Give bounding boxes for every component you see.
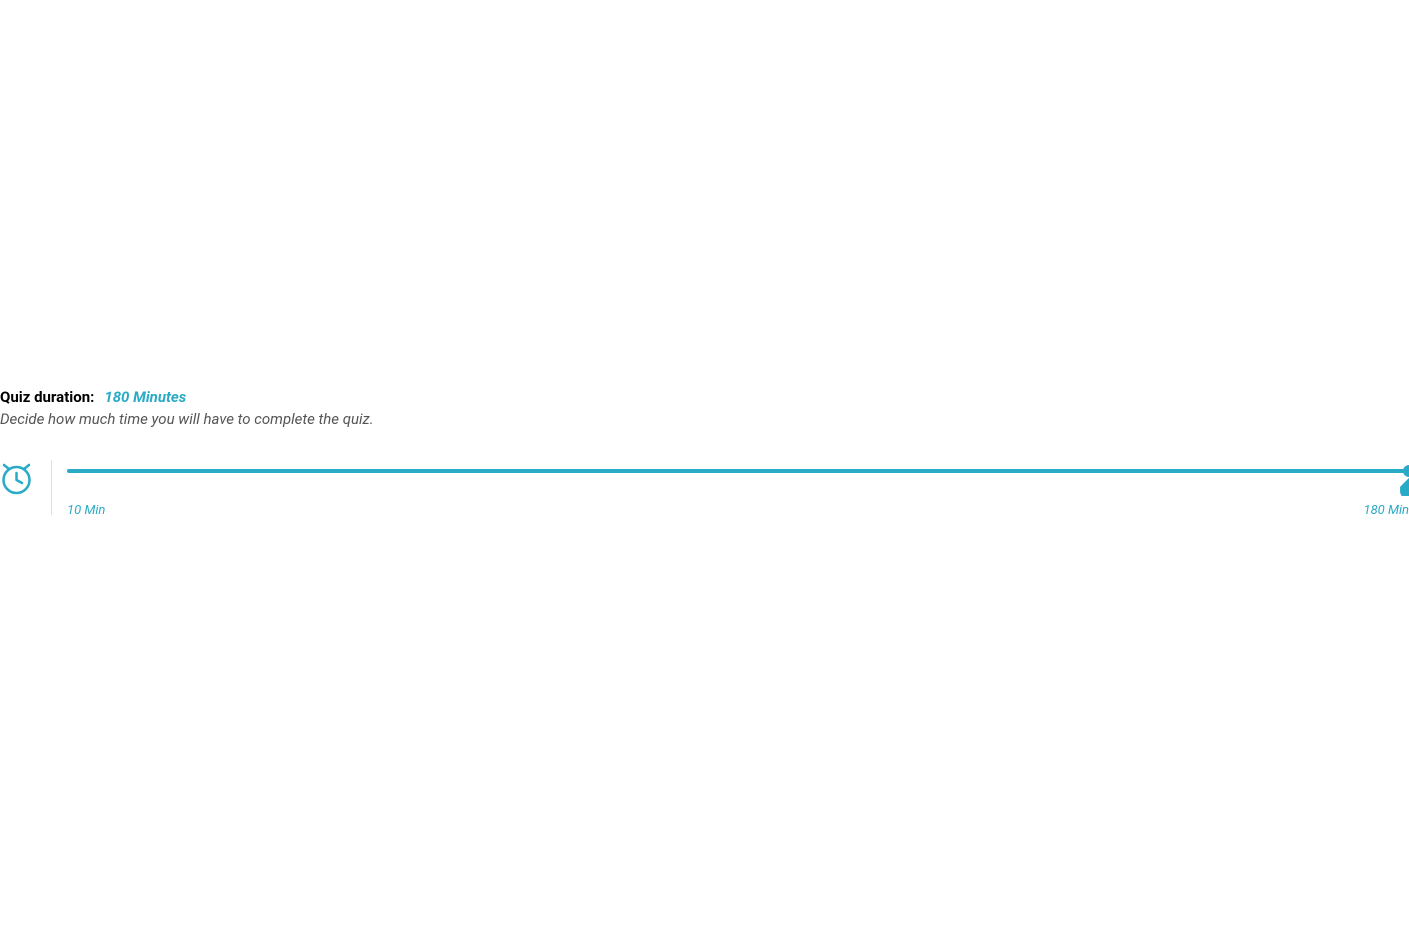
slider-labels: 10 Min 180 Min — [67, 503, 1409, 518]
slider-min-label: 10 Min — [67, 503, 105, 518]
slider-max-label: 180 Min — [1364, 503, 1409, 518]
duration-slider-container: 10 Min 180 Min — [67, 460, 1409, 518]
vertical-divider — [51, 460, 52, 515]
duration-header: Quiz duration: 180 Minutes — [0, 388, 1409, 406]
duration-label: Quiz duration: — [0, 388, 94, 406]
quiz-duration-section: Quiz duration: 180 Minutes Decide how mu… — [0, 388, 1409, 518]
clock-icon-wrapper — [0, 460, 33, 495]
alarm-clock-icon — [0, 462, 33, 495]
slider-row: 10 Min 180 Min — [0, 460, 1409, 518]
duration-value: 180 Minutes — [104, 388, 186, 406]
duration-slider[interactable] — [67, 469, 1409, 473]
slider-tooltip — [1400, 478, 1409, 500]
slider-thumb[interactable] — [1403, 465, 1409, 477]
duration-description: Decide how much time you will have to co… — [0, 410, 1409, 428]
